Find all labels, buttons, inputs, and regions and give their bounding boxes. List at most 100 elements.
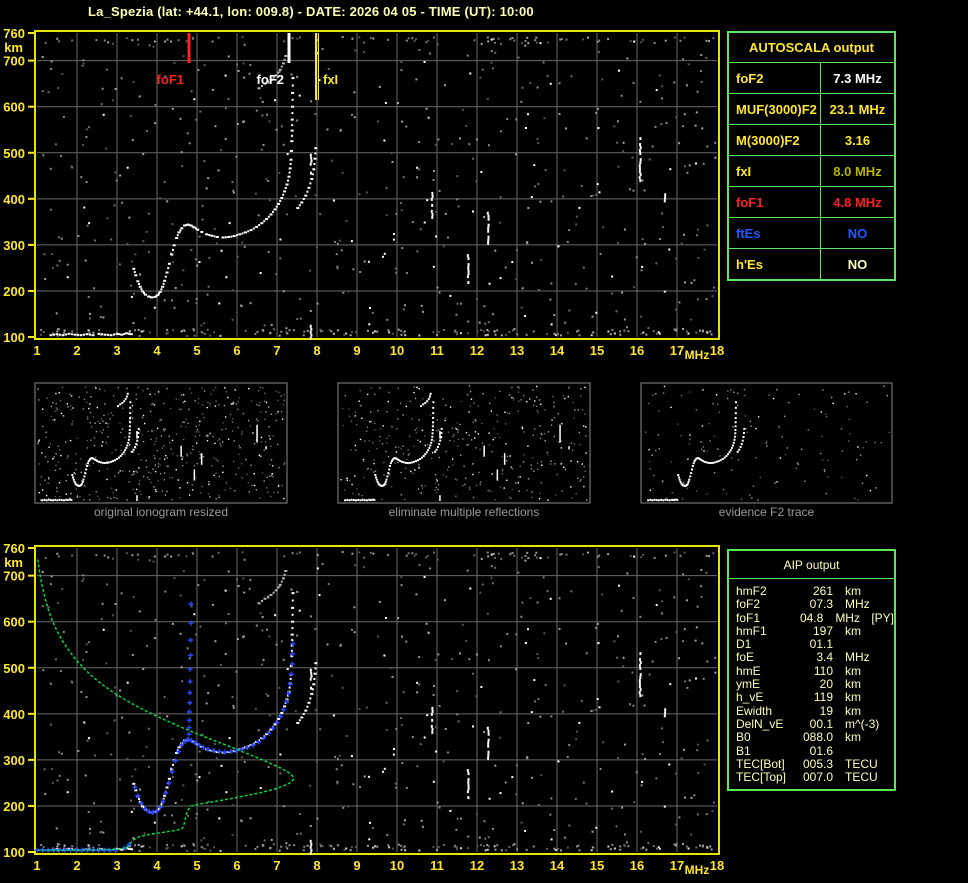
y-tick-label: 700 (3, 569, 25, 584)
aip-row-unit: MHz (845, 650, 870, 665)
x-tick-label: 13 (510, 858, 524, 873)
x-tick-label: 18 (710, 343, 724, 358)
aip-row-label: foE (736, 650, 755, 665)
x-tick-label: 6 (233, 858, 240, 873)
y-axis-unit-label: km (4, 555, 23, 570)
aip-row-b1: B1 01.6 (729, 743, 894, 758)
x-tick-label: 4 (153, 343, 161, 358)
y-tick-label: 100 (3, 330, 25, 345)
aip-row-unit: TECU (845, 770, 878, 785)
aip-row-value: 119 (813, 690, 833, 705)
aip-row-value: 197 (812, 623, 833, 638)
aip-row-value: 007.0 (802, 770, 833, 785)
y-tick-label: 760 (3, 26, 25, 41)
thumbnail-caption-original: original ionogram resized (93, 505, 229, 519)
aip-row-label: Ewidth (736, 703, 773, 718)
x-tick-label: 12 (470, 858, 484, 873)
y-tick-label: 760 (3, 541, 25, 556)
aip-row-value: 261 (812, 584, 833, 598)
x-tick-label: 7 (273, 858, 280, 873)
y-tick-label: 300 (3, 238, 25, 253)
x-tick-label: 5 (193, 343, 200, 358)
aip-row-unit: km (845, 703, 861, 718)
vertical-echo-streaks (309, 137, 667, 340)
aip-row-unit: km (845, 730, 861, 745)
aip-row-unit: km (845, 690, 861, 705)
autoscala-row-fof1: foF1 4.8 MHz (729, 187, 894, 218)
marker-label-fof2: foF2 (257, 72, 284, 87)
electron-density-profile-curve (37, 559, 295, 851)
autoscala-row-value: 3.16 (844, 132, 871, 148)
aip-row-unit: km (845, 584, 861, 598)
aip-row-unit: TECU (845, 756, 878, 771)
autoscala-row-value: 23.1 MHz (829, 101, 886, 117)
aip-row-hve: h_vE 119 km (729, 691, 894, 704)
x-tick-label: 3 (113, 858, 120, 873)
aip-row-value: 20 (819, 677, 833, 692)
aip-row-value: 07.3 (809, 597, 833, 612)
x-tick-label: 4 (153, 858, 161, 873)
autoscala-row-value: 7.3 MHz (833, 70, 882, 86)
aip-table-header: AIP output (729, 551, 894, 579)
aip-row-value: 110 (813, 663, 833, 678)
y-tick-label: 600 (3, 615, 25, 630)
y-tick-label: 200 (3, 799, 25, 814)
aip-row-value: 01.1 (809, 637, 833, 652)
aip-row-unit: m^(-3) (845, 716, 880, 731)
x-tick-label: 12 (470, 343, 484, 358)
thumbnail-1 (337, 382, 591, 504)
autoscala-row-label: ftEs (729, 218, 821, 248)
autoscala-row-muf3000f2: MUF(3000)F2 23.1 MHz (729, 94, 894, 125)
autoscala-row-value: NO (847, 256, 868, 272)
vertical-echo-streaks (309, 652, 667, 855)
thumbnail-caption-eliminate: eliminate multiple reflections (388, 505, 540, 519)
aip-row-unit: MHz (845, 597, 870, 612)
autoscala-row-fof2: foF2 7.3 MHz (729, 63, 894, 94)
x-tick-label: 14 (550, 343, 565, 358)
y-tick-label: 500 (3, 661, 25, 676)
x-tick-label: 7 (273, 343, 280, 358)
aip-row-unit (845, 638, 885, 651)
autoscala-row-label: M(3000)F2 (729, 125, 821, 155)
aip-row-label: h_vE (736, 690, 764, 705)
x-tick-label: 9 (353, 343, 360, 358)
scaled-frequency-markers: foF1 foF2 fxI (157, 33, 338, 100)
x-tick-label: 13 (510, 343, 524, 358)
x-tick-label: 2 (73, 858, 80, 873)
y-tick-label: 400 (3, 192, 25, 207)
aip-row-label: D1 (736, 637, 752, 652)
aip-row-hmf1: hmF1 197 km (729, 623, 894, 638)
x-tick-label: 6 (233, 343, 240, 358)
y-axis-unit-label: km (4, 40, 23, 55)
aip-row-hme: hmE 110 km (729, 663, 894, 678)
aip-row-unit: km (845, 623, 861, 638)
autoscala-row-label: foF2 (729, 63, 821, 93)
aip-row-tectop: TEC[Top] 007.0 TECU (729, 771, 894, 784)
bottom-ionogram-plot: 760700600500400300200100km1 2 3 4 5 6 7 8 9 10 11 1… (3, 541, 724, 877)
y-tick-label: 700 (3, 54, 25, 69)
aip-row-label: ymE (736, 677, 760, 692)
y-tick-label: 600 (3, 100, 25, 115)
aip-row-delnve: DelN_vE 00.1 m^(-3) (729, 716, 894, 731)
aip-row-value: 19 (819, 703, 833, 718)
autoscala-row-hes: h'Es NO (729, 249, 894, 279)
aip-row-label: TEC[Bot] (736, 756, 785, 771)
x-tick-label: 8 (313, 343, 320, 358)
autoscala-row-value: NO (847, 225, 868, 241)
y-tick-label: 500 (3, 146, 25, 161)
thumbnail-0 (34, 382, 288, 504)
aip-row-unit: MHz (835, 610, 860, 625)
top-ionogram-plot: 760700600500400300200100km1 2 3 4 5 6 7 8 9 10 11 1… (3, 26, 724, 362)
x-tick-label: 11 (430, 858, 444, 873)
autoscala-row-label: h'Es (729, 249, 821, 279)
aip-row-value: 04.8 (799, 610, 824, 625)
autoscala-row-label: foF1 (729, 187, 821, 217)
aip-row-label: foF1 (736, 610, 761, 625)
x-tick-label: 17 (670, 858, 684, 873)
autoscala-output-table: AUTOSCALA output foF2 7.3 MHz MUF(3000)F2 2… (727, 31, 896, 281)
aip-row-value: 088.0 (802, 730, 833, 745)
autoscala-table-header: AUTOSCALA output (729, 33, 894, 63)
aip-row-value: 01.6 (809, 743, 833, 758)
aip-output-table: AIP output hmF2 261 km foF2 07.3 MHz foF1 04.8 M… (727, 549, 896, 792)
aip-row-value: 00.1 (809, 716, 833, 731)
